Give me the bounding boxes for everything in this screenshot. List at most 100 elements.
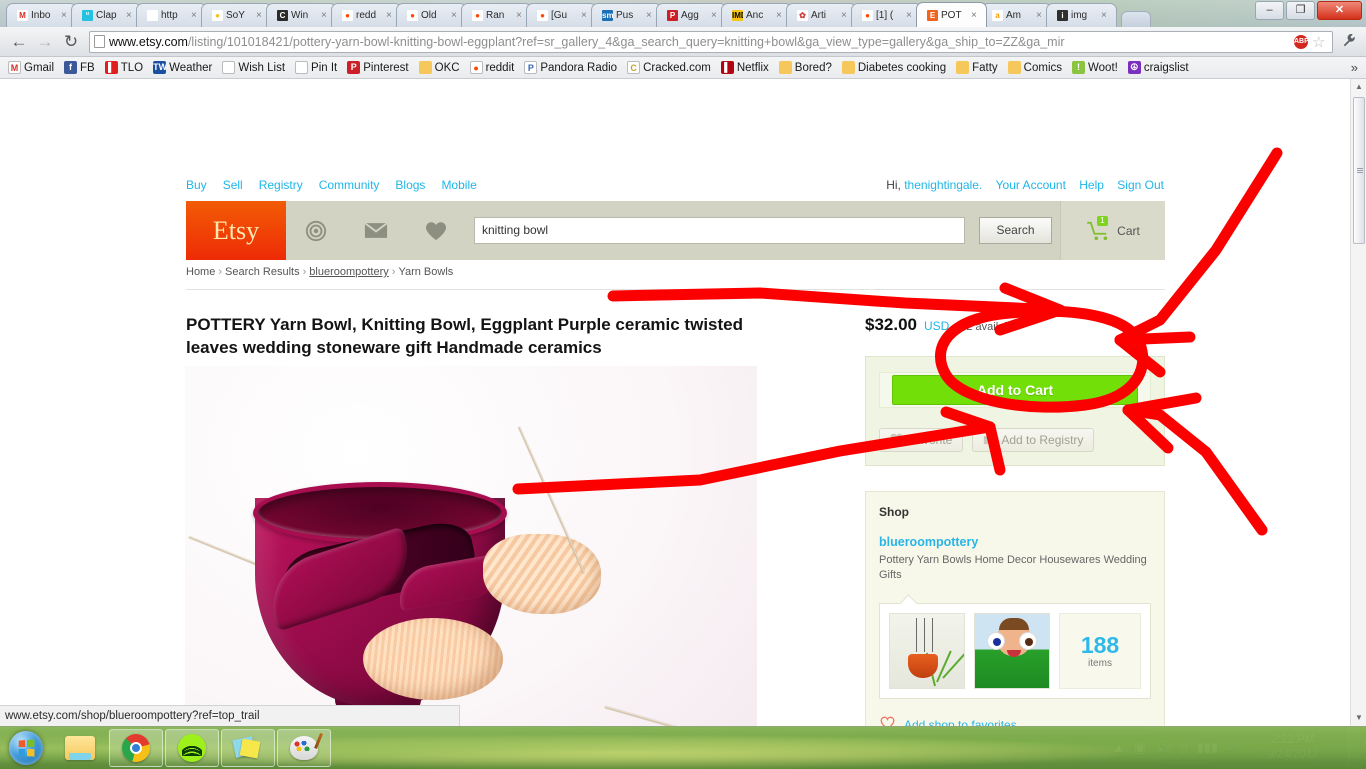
tab-close-icon[interactable]: × [386, 11, 395, 20]
tab-close-icon[interactable]: × [256, 11, 265, 20]
etsy-nav-link[interactable]: Blogs [395, 178, 425, 192]
tab-close-icon[interactable]: × [451, 11, 460, 20]
envelope-icon[interactable] [346, 201, 406, 260]
bookmark-item[interactable]: CCracked.com [623, 60, 715, 75]
browser-tab[interactable]: iimg× [1046, 3, 1117, 27]
tab-close-icon[interactable]: × [126, 11, 135, 20]
browser-tab[interactable]: IMDbAnc× [721, 3, 792, 27]
circles-icon[interactable] [286, 201, 346, 260]
minimize-button[interactable]: – [1255, 1, 1284, 20]
bookmark-item[interactable]: OKC [415, 60, 464, 75]
browser-tab[interactable]: ●redd× [331, 3, 402, 27]
scroll-up-arrow[interactable]: ▲ [1351, 79, 1366, 95]
bookmark-item[interactable]: Fatty [952, 60, 1002, 75]
your-account-link[interactable]: Your Account [996, 178, 1066, 192]
browser-tab[interactable]: ●SoY× [201, 3, 272, 27]
browser-tab[interactable]: PAgg× [656, 3, 727, 27]
product-image[interactable] [185, 366, 757, 726]
bookmark-item[interactable]: PPandora Radio [520, 60, 621, 75]
new-tab-button[interactable] [1121, 11, 1151, 27]
browser-tab[interactable]: ✿Arti× [786, 3, 857, 27]
breadcrumb-item[interactable]: Search Results [225, 266, 300, 278]
bookmark-item[interactable]: TWCWeather [149, 60, 216, 75]
bookmark-item[interactable]: PPinterest [343, 60, 412, 75]
close-window-button[interactable]: ✕ [1317, 1, 1362, 20]
etsy-nav-link[interactable]: Community [319, 178, 380, 192]
add-shop-to-favorites-row[interactable]: Add shop to favorites [879, 716, 1151, 726]
browser-tab[interactable]: MInbo× [6, 3, 77, 27]
tab-close-icon[interactable]: × [191, 11, 200, 20]
etsy-nav-link[interactable]: Sell [223, 178, 243, 192]
tab-close-icon[interactable]: × [711, 11, 720, 20]
browser-tab[interactable]: smhPus× [591, 3, 662, 27]
browser-tab[interactable]: ●Ran× [461, 3, 532, 27]
bookmark-item[interactable]: ▌Netflix [717, 60, 773, 75]
bookmark-item[interactable]: Pin It [291, 60, 341, 75]
bookmark-item[interactable]: Wish List [218, 60, 289, 75]
tab-close-icon[interactable]: × [321, 11, 330, 20]
browser-tab[interactable]: CWin× [266, 3, 337, 27]
tab-close-icon[interactable]: × [906, 11, 915, 20]
bookmark-item[interactable]: ●reddit [466, 60, 519, 75]
forward-button[interactable]: → [32, 29, 58, 55]
bookmark-item[interactable]: ☮craigslist [1124, 60, 1193, 75]
tab-close-icon[interactable]: × [1101, 11, 1110, 20]
add-shop-to-favorites-link[interactable]: Add shop to favorites [904, 718, 1017, 727]
browser-tab[interactable]: ●[1] (× [851, 3, 922, 27]
taskbar-item-paint[interactable] [277, 729, 331, 767]
search-button[interactable]: Search [979, 217, 1052, 244]
browser-tab[interactable]: EPOT× [916, 2, 987, 27]
start-button[interactable] [0, 727, 52, 769]
wrench-menu-icon[interactable] [1338, 33, 1360, 51]
bookmark-item[interactable]: fFB [60, 60, 99, 75]
etsy-nav-link[interactable]: Mobile [441, 178, 476, 192]
etsy-nav-link[interactable]: Buy [186, 178, 207, 192]
breadcrumb-item[interactable]: Home [186, 266, 215, 278]
vertical-scrollbar[interactable]: ▲ ▼ [1350, 79, 1366, 726]
cart-button[interactable]: 1 Cart [1060, 201, 1165, 260]
bookmark-item[interactable]: Bored? [775, 60, 836, 75]
shop-item-count[interactable]: 188 items [1059, 613, 1141, 689]
taskbar-item-chrome[interactable] [109, 729, 163, 767]
browser-tab[interactable]: ●[Gu× [526, 3, 597, 27]
tab-close-icon[interactable]: × [516, 11, 525, 20]
tab-close-icon[interactable]: × [61, 11, 70, 20]
breadcrumb-item[interactable]: blueroompottery [309, 266, 389, 278]
search-input[interactable]: knitting bowl [474, 217, 965, 244]
tab-close-icon[interactable]: × [841, 11, 850, 20]
tab-close-icon[interactable]: × [776, 11, 785, 20]
shop-name-link[interactable]: blueroompottery [879, 535, 1151, 549]
breadcrumb-item[interactable]: Yarn Bowls [398, 266, 453, 278]
bookmark-item[interactable]: MGmail [4, 60, 58, 75]
bookmarks-overflow-button[interactable]: » [1351, 60, 1362, 75]
help-link[interactable]: Help [1079, 178, 1104, 192]
maximize-button[interactable]: ❐ [1286, 1, 1315, 20]
scrollbar-thumb[interactable] [1353, 97, 1365, 244]
favorite-button[interactable]: Favorite [879, 428, 963, 452]
taskbar-item-sticky-notes[interactable] [221, 729, 275, 767]
bookmark-item[interactable]: Comics [1004, 60, 1066, 75]
shop-thumbnail-portrait[interactable] [974, 613, 1050, 689]
shop-thumbnail-plant[interactable] [889, 613, 965, 689]
taskbar-item-spotify[interactable] [165, 729, 219, 767]
tab-close-icon[interactable]: × [1036, 11, 1045, 20]
adblock-plus-icon[interactable]: ABP [1294, 35, 1308, 49]
sign-out-link[interactable]: Sign Out [1117, 178, 1164, 192]
browser-tab[interactable]: ●Old× [396, 3, 467, 27]
bookmark-star-icon[interactable]: ☆ [1312, 33, 1328, 51]
etsy-logo[interactable]: Etsy [186, 201, 286, 260]
tab-close-icon[interactable]: × [971, 11, 980, 20]
browser-tab[interactable]: “Clap× [71, 3, 142, 27]
bookmark-item[interactable]: Diabetes cooking [838, 60, 950, 75]
etsy-nav-link[interactable]: Registry [259, 178, 303, 192]
bookmark-item[interactable]: !Woot! [1068, 60, 1122, 75]
add-to-registry-button[interactable]: Add to Registry [972, 428, 1094, 452]
username-link[interactable]: thenightingale. [904, 178, 982, 192]
taskbar-item-windows-explorer[interactable] [53, 729, 107, 767]
scroll-down-arrow[interactable]: ▼ [1351, 710, 1366, 726]
heart-icon[interactable] [406, 201, 466, 260]
tab-close-icon[interactable]: × [581, 11, 590, 20]
address-bar[interactable]: www.etsy.com/listing/101018421/pottery-y… [89, 31, 1333, 53]
browser-tab[interactable]: http× [136, 3, 207, 27]
back-button[interactable]: ← [6, 29, 32, 55]
